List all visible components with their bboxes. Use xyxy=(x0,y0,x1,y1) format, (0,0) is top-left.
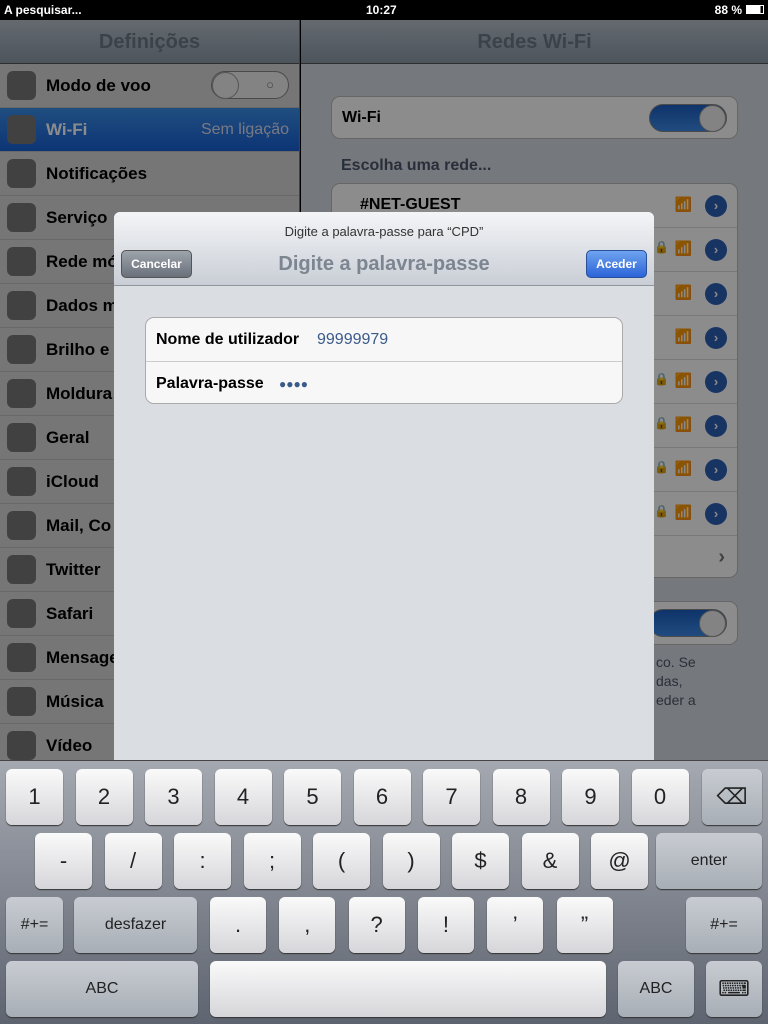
keyboard: 1 2 3 4 5 6 7 8 9 0 ⌫ - /:;() $ & @ enter #+= desfazer.,?!… xyxy=(0,760,768,1024)
undo-key[interactable]: desfazer xyxy=(74,897,197,953)
key-0[interactable]: 1 xyxy=(6,769,63,825)
key-punct-5[interactable]: ” xyxy=(556,897,613,953)
key-sym-7[interactable]: & xyxy=(521,833,579,889)
dialog-title: Digite a palavra-passe xyxy=(278,253,490,275)
abc-key[interactable]: ABC xyxy=(6,961,198,1017)
key-7[interactable]: 8 xyxy=(492,769,550,825)
key-sym-2[interactable]: : xyxy=(174,833,231,889)
battery-percent: 88 % xyxy=(714,3,742,17)
key-punct-4[interactable]: ’ xyxy=(487,897,544,953)
battery-icon xyxy=(746,5,764,14)
key-sym-4[interactable]: ( xyxy=(313,833,370,889)
key-punct-2[interactable]: ? xyxy=(348,897,405,953)
key-sym-8[interactable]: @ xyxy=(591,833,648,889)
key-sym-3[interactable]: ; xyxy=(243,833,301,889)
key-8[interactable]: 9 xyxy=(562,769,619,825)
key-sym-6[interactable]: $ xyxy=(452,833,509,889)
clock: 10:27 xyxy=(366,3,397,17)
credentials-form: Nome de utilizador 99999979 Palavra-passe… xyxy=(145,317,623,404)
key-punct-1[interactable]: , xyxy=(279,897,336,953)
space-key[interactable] xyxy=(210,961,606,1017)
key-3[interactable]: 4 xyxy=(214,769,272,825)
cancel-button[interactable]: Cancelar xyxy=(121,250,192,278)
key-sym-5[interactable]: ) xyxy=(382,833,440,889)
key-5[interactable]: 6 xyxy=(353,769,411,825)
backspace-key[interactable]: ⌫ xyxy=(702,769,762,825)
key-sym-1[interactable]: / xyxy=(104,833,162,889)
key-4[interactable]: 5 xyxy=(284,769,341,825)
join-button[interactable]: Aceder xyxy=(586,250,647,278)
dialog-prompt: Digite a palavra-passe para “CPD” xyxy=(284,224,484,239)
key-punct-3[interactable]: ! xyxy=(417,897,474,953)
carrier-status: A pesquisar... xyxy=(4,3,82,17)
key-1[interactable]: 2 xyxy=(75,769,133,825)
key-6[interactable]: 7 xyxy=(423,769,480,825)
status-bar: A pesquisar... 10:27 88 % xyxy=(0,0,768,20)
username-field[interactable]: Nome de utilizador 99999979 xyxy=(146,318,622,361)
symbols-key[interactable]: #+= xyxy=(6,897,63,953)
password-field[interactable]: Palavra-passe ●●●● xyxy=(146,361,622,404)
key-sym-0[interactable]: - xyxy=(35,833,92,889)
password-dialog: Digite a palavra-passe para “CPD” Digite… xyxy=(114,212,654,760)
symbols-key-right[interactable]: #+= xyxy=(686,897,762,953)
enter-key[interactable]: enter xyxy=(656,833,762,889)
hide-keyboard-key[interactable]: ⌨ xyxy=(706,961,762,1017)
abc-key-right[interactable]: ABC xyxy=(618,961,694,1017)
key-9[interactable]: 0 xyxy=(631,769,689,825)
key-2[interactable]: 3 xyxy=(145,769,202,825)
key-punct-0[interactable]: . xyxy=(210,897,266,953)
